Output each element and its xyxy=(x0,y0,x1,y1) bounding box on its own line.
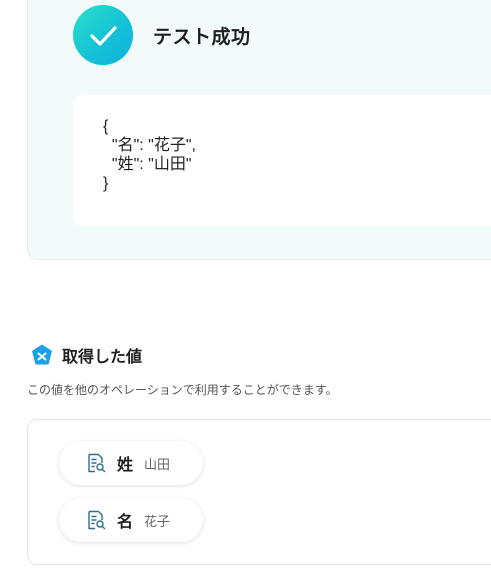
value-text: 山田 xyxy=(144,457,171,473)
document-search-icon xyxy=(88,453,106,473)
check-icon xyxy=(73,5,133,65)
value-text: 花子 xyxy=(144,514,171,530)
value-key: 名 xyxy=(117,512,134,531)
json-output-text: { "名": "花子", "姓": "山田" } xyxy=(103,118,196,192)
document-search-icon xyxy=(88,510,106,530)
json-output-box: { "名": "花子", "姓": "山田" } xyxy=(73,95,491,226)
value-chip-last-name[interactable]: 姓 山田 xyxy=(59,441,203,485)
yoom-value-icon xyxy=(32,344,52,365)
value-chip-first-name[interactable]: 名 花子 xyxy=(59,498,203,542)
acquired-values-title: 取得した値 xyxy=(62,347,143,366)
value-key: 姓 xyxy=(117,455,134,474)
test-success-title: テスト成功 xyxy=(153,26,251,48)
acquired-values-description: この値を他のオペレーションで利用することができます。 xyxy=(27,383,338,397)
acquired-values-heading: 取得した値 xyxy=(30,343,142,367)
